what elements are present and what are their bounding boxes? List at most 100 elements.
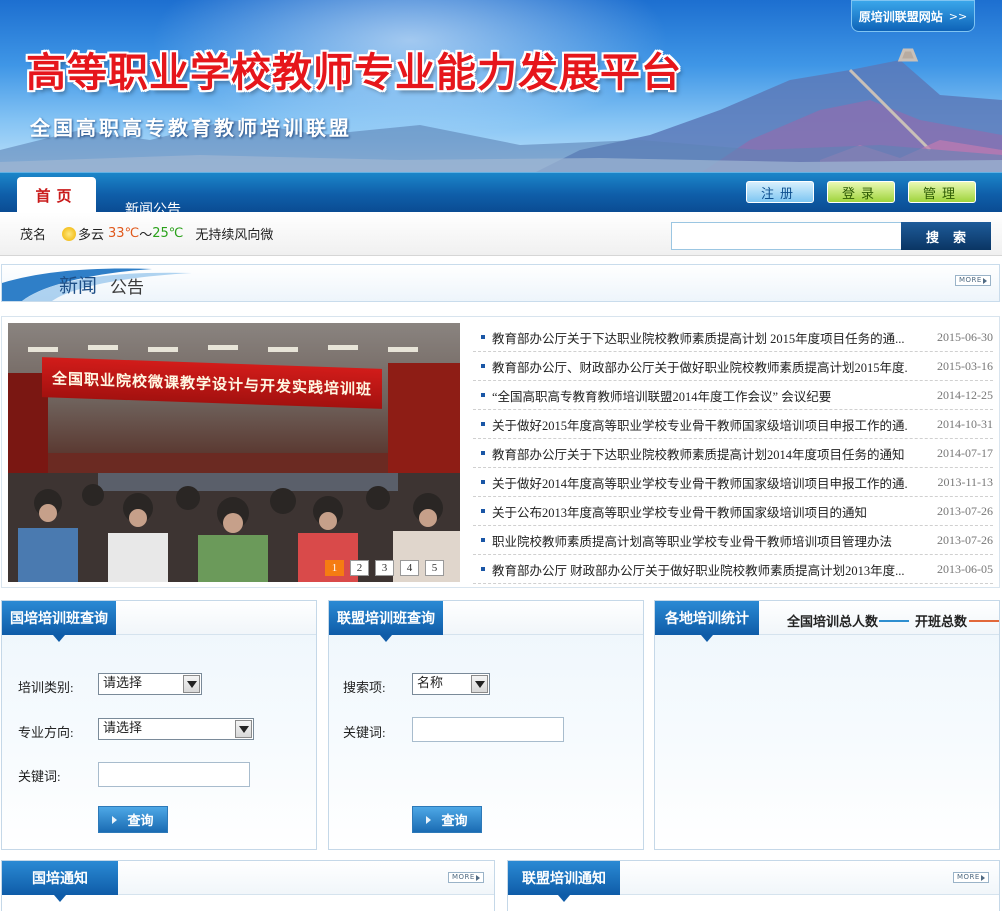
legend-total-classes: 开班总数 <box>915 611 999 630</box>
original-site-label: 原培训联盟网站 <box>858 9 943 24</box>
original-site-link[interactable]: 原培训联盟网站 >> <box>851 0 975 32</box>
news-item-title[interactable]: 教育部办公厅关于下达职业院校教师素质提高计划2014年度项目任务的通知 <box>492 444 907 463</box>
site-banner: 高等职业学校教师专业能力发展平台 全国高职高专教育教师培训联盟 原培训联盟网站 … <box>0 0 1002 172</box>
register-button[interactable]: 注册 <box>746 181 814 203</box>
major-value: 请选择 <box>103 721 143 736</box>
query-button-label: 查询 <box>127 814 154 829</box>
lianmeng-keyword-input[interactable] <box>412 717 564 742</box>
panel-header: 国培培训班查询 <box>2 601 316 642</box>
lianmeng-notice-title: 联盟培训通知 <box>508 861 620 902</box>
lianmeng-notice-more-button[interactable]: MORE <box>953 872 989 883</box>
nav-home-tab[interactable]: 首页 <box>17 177 96 213</box>
panel-header: 国培通知 MORE <box>2 861 494 902</box>
news-item-title[interactable]: 关于公布2013年度高等职业学校专业骨干教师国家级培训项目的通知 <box>492 502 907 521</box>
training-type-select[interactable]: 请选择 <box>98 673 202 695</box>
panel-header: 联盟培训通知 MORE <box>508 861 999 902</box>
weather-low-temp: 25℃ <box>152 226 184 241</box>
news-item[interactable]: “全国高职高专教育教师培训联盟2014年度工作会议” 会议纪要 2014-12-2… <box>473 381 993 410</box>
stats-title: 各地培训统计 <box>655 601 759 642</box>
news-section-header: 新闻 公告 MORE <box>1 264 1000 302</box>
news-item-date: 2014-10-31 <box>937 416 993 431</box>
news-item-title[interactable]: 职业院校教师素质提高计划高等职业学校专业骨干教师培训项目管理办法 <box>492 531 907 550</box>
news-list: 教育部办公厅关于下达职业院校教师素质提高计划 2015年度项目任务的通... 20… <box>473 323 993 584</box>
play-arrow-icon <box>426 815 432 824</box>
legend-total-people-label: 全国培训总人数 <box>787 614 879 629</box>
site-subtitle: 全国高职高专教育教师培训联盟 <box>30 116 352 140</box>
weather-wind: 无持续风向微 <box>195 228 274 243</box>
news-section: 全国职业院校微课教学设计与开发实践培训班 1 2 3 4 5 教育部办公厅关于下… <box>1 316 1000 588</box>
search-item-value: 名称 <box>417 676 444 691</box>
search-item-label: 搜索项: <box>343 680 386 695</box>
weather-widget: 茂名 多云 33℃ ～ 25℃ 无持续风向微 <box>20 224 273 243</box>
news-item[interactable]: 职业院校教师素质提高计划高等职业学校专业骨干教师培训项目管理办法 2013-07-… <box>473 526 993 555</box>
news-photo-slideshow[interactable]: 全国职业院校微课教学设计与开发实践培训班 1 2 3 4 5 <box>8 323 460 582</box>
guopei-notice-panel: 国培通知 MORE <box>1 860 495 911</box>
news-item-date: 2015-03-16 <box>937 358 993 373</box>
news-item[interactable]: 教育部办公厅关于下达职业院校教师素质提高计划2014年度项目任务的通知 2014-… <box>473 439 993 468</box>
guopei-notice-more-button[interactable]: MORE <box>448 872 484 883</box>
lianmeng-query-button[interactable]: 查询 <box>412 806 482 833</box>
slide-page-4[interactable]: 4 <box>400 560 419 576</box>
news-item-title[interactable]: 教育部办公厅、财政部办公厅关于做好职业院校教师素质提高计划2015年度... <box>492 357 907 376</box>
news-item-date: 2015-06-30 <box>937 329 993 344</box>
double-chevron-right-icon: >> <box>948 9 968 23</box>
news-item-title[interactable]: 关于做好2014年度高等职业学校专业骨干教师国家级培训项目申报工作的通... <box>492 473 907 492</box>
query-button-label: 查询 <box>441 814 468 829</box>
ceiling-lights-graphic <box>28 345 418 352</box>
news-item-title[interactable]: “全国高职高专教育教师培训联盟2014年度工作会议” 会议纪要 <box>492 386 907 405</box>
chevron-down-icon <box>471 675 488 693</box>
news-item[interactable]: 关于做好2015年度高等职业学校专业骨干教师国家级培训项目申报工作的通... 20… <box>473 410 993 439</box>
legend-total-people: 全国培训总人数 <box>787 611 909 630</box>
admin-button[interactable]: 管理 <box>908 181 976 203</box>
news-item-date: 2014-12-25 <box>937 387 993 402</box>
news-item-date: 2013-06-05 <box>937 561 993 576</box>
news-item-date: 2013-11-13 <box>937 474 993 489</box>
news-item-date: 2013-07-26 <box>937 532 993 547</box>
news-item[interactable]: 教育部办公厅、财政部办公厅关于做好职业院校教师素质提高计划2015年度... 20… <box>473 352 993 381</box>
search-item-select[interactable]: 名称 <box>412 673 490 695</box>
news-item[interactable]: 教育部办公厅 财政部办公厅关于做好职业院校教师素质提高计划2013年度... 20… <box>473 555 993 584</box>
news-item[interactable]: 教育部办公厅关于下达职业院校教师素质提高计划 2015年度项目任务的通... 20… <box>473 323 993 352</box>
site-title: 高等职业学校教师专业能力发展平台 <box>26 50 682 96</box>
play-arrow-icon <box>112 815 118 824</box>
lianmeng-query-title: 联盟培训班查询 <box>329 601 443 642</box>
slide-page-2[interactable]: 2 <box>350 560 369 576</box>
guopei-query-button[interactable]: 查询 <box>98 806 168 833</box>
weather-temp-separator: ～ <box>139 228 153 243</box>
training-type-value: 请选择 <box>103 676 143 691</box>
regional-stats-panel: 各地培训统计 全国培训总人数 开班总数 <box>654 600 1000 850</box>
partly-cloudy-icon <box>62 226 77 241</box>
news-title-bold: 新闻 <box>59 275 98 297</box>
news-more-button[interactable]: MORE <box>955 275 991 286</box>
chevron-down-icon <box>183 675 200 693</box>
guopei-notice-title: 国培通知 <box>2 861 118 902</box>
news-item-title[interactable]: 关于做好2015年度高等职业学校专业骨干教师国家级培训项目申报工作的通... <box>492 415 907 434</box>
main-nav: 首页 新闻公告 注册 登录 管理 <box>0 172 1002 218</box>
legend-total-classes-label: 开班总数 <box>915 614 968 629</box>
slide-page-3[interactable]: 3 <box>375 560 394 576</box>
search-input[interactable] <box>671 222 902 250</box>
slide-page-1[interactable]: 1 <box>325 560 344 576</box>
lianmeng-notice-panel: 联盟培训通知 MORE <box>507 860 1000 911</box>
slide-page-5[interactable]: 5 <box>425 560 444 576</box>
slideshow-pager: 1 2 3 4 5 <box>325 560 444 576</box>
weather-condition: 多云 <box>78 228 105 243</box>
header-swoosh-graphic <box>2 268 192 301</box>
guopei-query-panel: 国培培训班查询 培训类别: 请选择 专业方向: 请选择 关键词: 查询 <box>1 600 317 850</box>
lianmeng-query-panel: 联盟培训班查询 搜索项: 名称 关键词: 查询 <box>328 600 644 850</box>
guopei-query-title: 国培培训班查询 <box>2 601 116 642</box>
major-select[interactable]: 请选择 <box>98 718 254 740</box>
login-button[interactable]: 登录 <box>827 181 895 203</box>
weather-city: 茂名 <box>20 228 47 243</box>
news-item[interactable]: 关于公布2013年度高等职业学校专业骨干教师国家级培训项目的通知 2013-07-… <box>473 497 993 526</box>
news-item[interactable]: 关于做好2014年度高等职业学校专业骨干教师国家级培训项目申报工作的通... 20… <box>473 468 993 497</box>
news-item-date: 2014-07-17 <box>937 445 993 460</box>
major-label: 专业方向: <box>18 725 74 740</box>
panel-header: 各地培训统计 全国培训总人数 开班总数 <box>655 601 999 642</box>
chevron-down-icon <box>235 720 252 738</box>
legend-classes-swatch <box>969 620 999 622</box>
guopei-keyword-input[interactable] <box>98 762 250 787</box>
news-item-title[interactable]: 教育部办公厅 财政部办公厅关于做好职业院校教师素质提高计划2013年度... <box>492 560 907 579</box>
news-item-title[interactable]: 教育部办公厅关于下达职业院校教师素质提高计划 2015年度项目任务的通... <box>492 328 907 347</box>
search-button[interactable]: 搜索 <box>901 222 991 250</box>
